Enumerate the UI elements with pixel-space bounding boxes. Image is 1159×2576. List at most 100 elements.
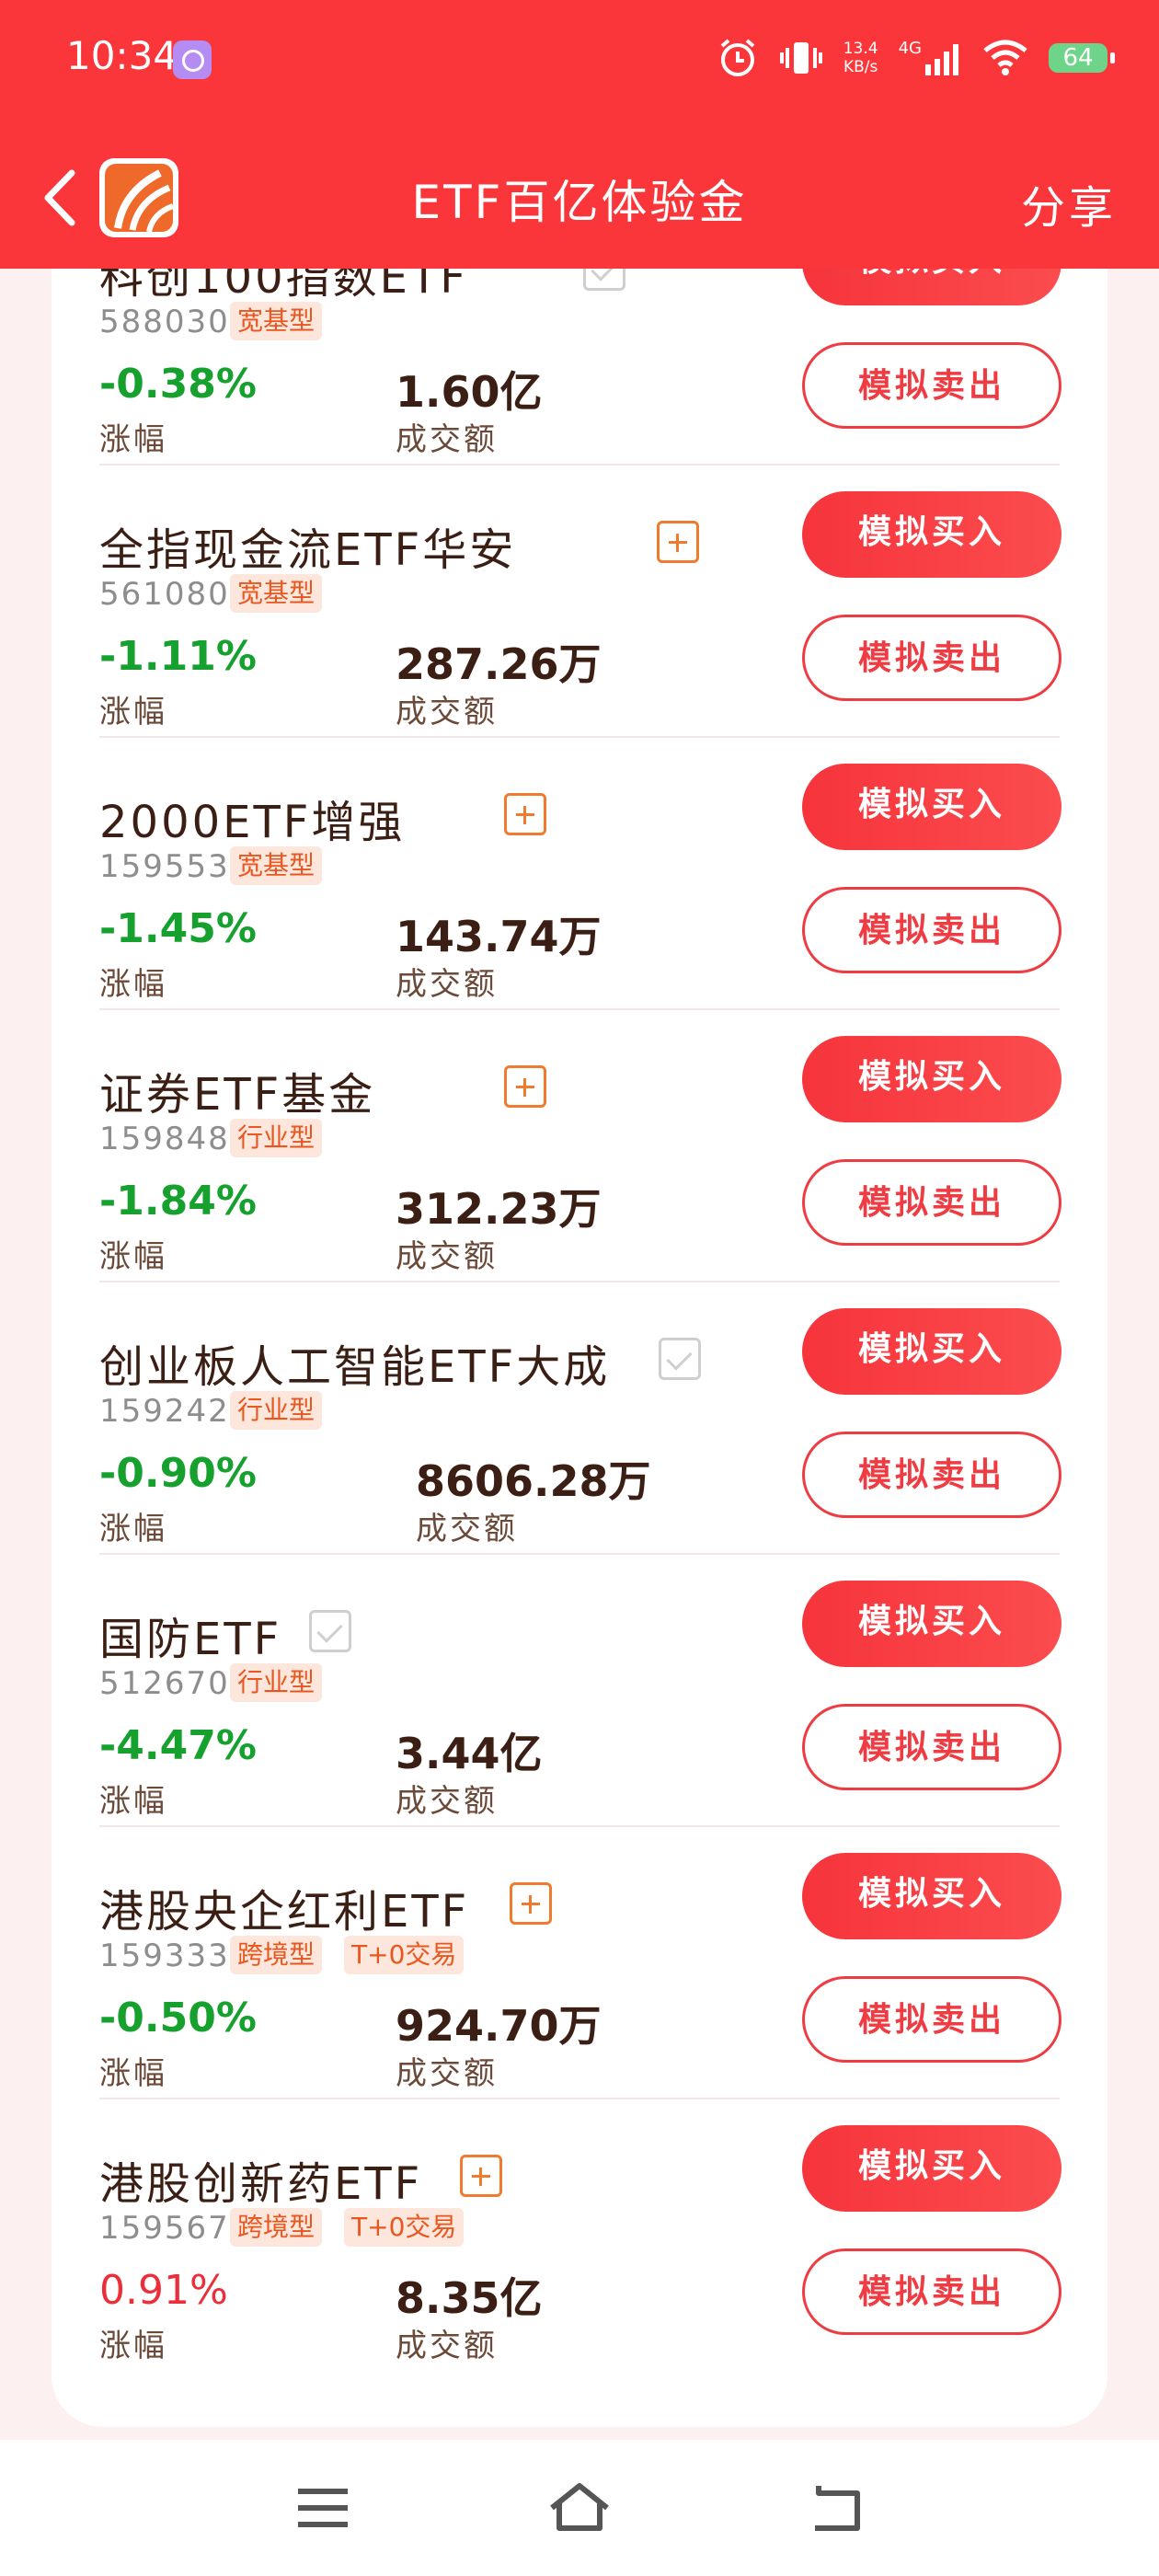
simulate-sell-button[interactable]: 模拟卖出 xyxy=(802,887,1061,973)
turnover-label: 成交额 xyxy=(396,1238,498,1275)
category-tag: 宽基型 xyxy=(230,574,323,613)
category-tag: 行业型 xyxy=(230,1391,323,1430)
change-percent: -4.47% xyxy=(99,1722,257,1769)
etf-name[interactable]: 2000ETF增强 xyxy=(99,786,405,850)
menu-icon[interactable] xyxy=(294,2480,351,2536)
status-time: 10:34 xyxy=(66,33,178,78)
turnover-amount: 1.60亿 xyxy=(396,367,543,417)
etf-code: 512670 xyxy=(99,1665,230,1702)
back-nav-icon[interactable] xyxy=(809,2480,866,2536)
simulate-buy-button[interactable]: 模拟买入 xyxy=(802,1036,1061,1122)
etf-code: 588030 xyxy=(99,304,230,340)
add-watchlist-icon[interactable] xyxy=(657,521,699,563)
etf-code: 159553 xyxy=(99,848,230,885)
etf-code: 159333 xyxy=(99,1938,230,1974)
vibrate-icon xyxy=(779,42,822,74)
etf-name[interactable]: 证券ETF基金 xyxy=(99,1058,375,1122)
change-percent: 0.91% xyxy=(99,2267,228,2314)
etf-list-item: 港股创新药ETF 159567 跨境型 T+0交易 0.91% 涨幅 8.35亿 成交额 模拟买… xyxy=(99,2099,1061,2372)
change-label: 涨幅 xyxy=(99,2328,167,2364)
turnover-amount: 924.70万 xyxy=(396,2001,602,2051)
app-header: 10:34 13.4 KB/s 4G 64 ETF百亿体验金 分享 xyxy=(0,0,1159,269)
change-percent: -1.45% xyxy=(99,905,257,952)
change-label: 涨幅 xyxy=(99,1511,167,1547)
simulate-sell-button[interactable]: 模拟卖出 xyxy=(802,1159,1061,1246)
system-nav-bar xyxy=(0,2440,1159,2576)
category-tag: 行业型 xyxy=(230,1119,323,1157)
category-tag: T+0交易 xyxy=(344,1936,465,1974)
change-percent: -0.90% xyxy=(99,1450,257,1497)
etf-code: 561080 xyxy=(99,576,230,613)
etf-name[interactable]: 国防ETF xyxy=(99,1603,281,1667)
simulate-sell-button[interactable]: 模拟卖出 xyxy=(802,342,1061,429)
simulate-sell-button[interactable]: 模拟卖出 xyxy=(802,1976,1061,2063)
turnover-amount: 143.74万 xyxy=(396,912,602,961)
network-speed: 13.4 KB/s xyxy=(843,40,878,76)
etf-name[interactable]: 港股创新药ETF xyxy=(99,2147,422,2212)
simulate-sell-button[interactable]: 模拟卖出 xyxy=(802,615,1061,701)
page-title: ETF百亿体验金 xyxy=(411,176,748,229)
turnover-label: 成交额 xyxy=(396,2055,498,2092)
etf-code: 159242 xyxy=(99,1393,230,1430)
change-label: 涨幅 xyxy=(99,2055,167,2092)
category-tag: 行业型 xyxy=(230,1663,323,1702)
change-percent: -1.84% xyxy=(99,1178,257,1225)
etf-code: 159848 xyxy=(99,1121,230,1157)
added-check-icon[interactable] xyxy=(659,1338,701,1380)
change-label: 涨幅 xyxy=(99,1783,167,1820)
etf-name[interactable]: 港股央企红利ETF xyxy=(99,1875,469,1939)
turnover-amount: 287.26万 xyxy=(396,639,602,689)
wifi-icon xyxy=(983,40,1027,75)
battery-indicator: 64 xyxy=(1049,43,1115,73)
add-watchlist-icon[interactable] xyxy=(510,1882,552,1925)
simulate-buy-button[interactable]: 模拟买入 xyxy=(802,1308,1061,1395)
etf-code: 159567 xyxy=(99,2210,230,2247)
category-tag: 宽基型 xyxy=(230,302,323,340)
simulate-sell-button[interactable]: 模拟卖出 xyxy=(802,1704,1061,1790)
turnover-amount: 3.44亿 xyxy=(396,1729,543,1778)
etf-name[interactable]: 创业板人工智能ETF大成 xyxy=(99,1330,610,1395)
change-label: 涨幅 xyxy=(99,421,167,458)
turnover-amount: 8.35亿 xyxy=(396,2273,543,2323)
turnover-label: 成交额 xyxy=(396,1783,498,1820)
change-label: 涨幅 xyxy=(99,1238,167,1275)
simulate-buy-button[interactable]: 模拟买入 xyxy=(802,764,1061,850)
add-watchlist-icon[interactable] xyxy=(460,2155,502,2197)
home-icon[interactable] xyxy=(546,2480,613,2536)
change-percent: -0.50% xyxy=(99,1995,257,2041)
etf-list-item: 全指现金流ETF华安 561080 宽基型 -1.11% 涨幅 287.26万成交额 模拟买… xyxy=(99,466,1061,738)
category-tag: 跨境型 xyxy=(230,2208,323,2247)
simulate-buy-button[interactable]: 模拟买入 xyxy=(802,2125,1061,2212)
etf-list-item: 国防ETF 512670 行业型 -4.47% 涨幅 3.44亿成交额 模拟买入模拟卖出 xyxy=(99,1555,1061,1827)
simulate-buy-button[interactable]: 模拟买入 xyxy=(802,1853,1061,1939)
etf-list-item: 创业板人工智能ETF大成 159242 行业型 -0.90% 涨幅 8606.28万成交额… xyxy=(99,1282,1061,1555)
added-check-icon[interactable] xyxy=(309,1610,351,1652)
alarm-icon xyxy=(720,39,755,76)
cellular-signal-icon: 4G xyxy=(899,40,962,75)
category-tag: 跨境型 xyxy=(230,1936,323,1974)
notification-app-icon xyxy=(173,40,212,79)
status-icons: 13.4 KB/s 4G 64 xyxy=(717,37,1115,79)
change-percent: -1.11% xyxy=(99,633,257,680)
add-watchlist-icon[interactable] xyxy=(504,1065,546,1108)
turnover-amount: 312.23万 xyxy=(396,1184,602,1234)
turnover-label: 成交额 xyxy=(396,966,498,1003)
etf-list-item: 2000ETF增强 159553 宽基型 -1.45% 涨幅 143.74万 成交额 模拟买入… xyxy=(99,738,1061,1010)
simulate-buy-button[interactable]: 模拟买入 xyxy=(802,1581,1061,1667)
category-tag: 宽基型 xyxy=(230,846,323,885)
change-percent: -0.38% xyxy=(99,361,257,408)
turnover-label: 成交额 xyxy=(416,1511,518,1547)
simulate-sell-button[interactable]: 模拟卖出 xyxy=(802,2248,1061,2335)
simulate-sell-button[interactable]: 模拟卖出 xyxy=(802,1432,1061,1518)
simulate-buy-button[interactable]: 模拟买入 xyxy=(802,491,1061,578)
turnover-label: 成交额 xyxy=(396,694,498,730)
turnover-label: 成交额 xyxy=(396,421,498,458)
etf-name[interactable]: 全指现金流ETF华安 xyxy=(99,513,516,578)
add-watchlist-icon[interactable] xyxy=(504,793,546,835)
etf-list-item: 港股央企红利ETF 159333 跨境型 T+0交易 -0.50% 涨幅 924.70万成交… xyxy=(99,1827,1061,2099)
etf-list-item: 证券ETF基金 159848 行业型 -1.84% 涨幅 312.23万成交额 模拟买入模拟… xyxy=(99,1010,1061,1282)
turnover-amount: 8606.28万 xyxy=(416,1456,651,1506)
category-tag: T+0交易 xyxy=(344,2208,465,2247)
share-button[interactable]: 分享 xyxy=(1021,171,1117,236)
change-label: 涨幅 xyxy=(99,694,167,730)
